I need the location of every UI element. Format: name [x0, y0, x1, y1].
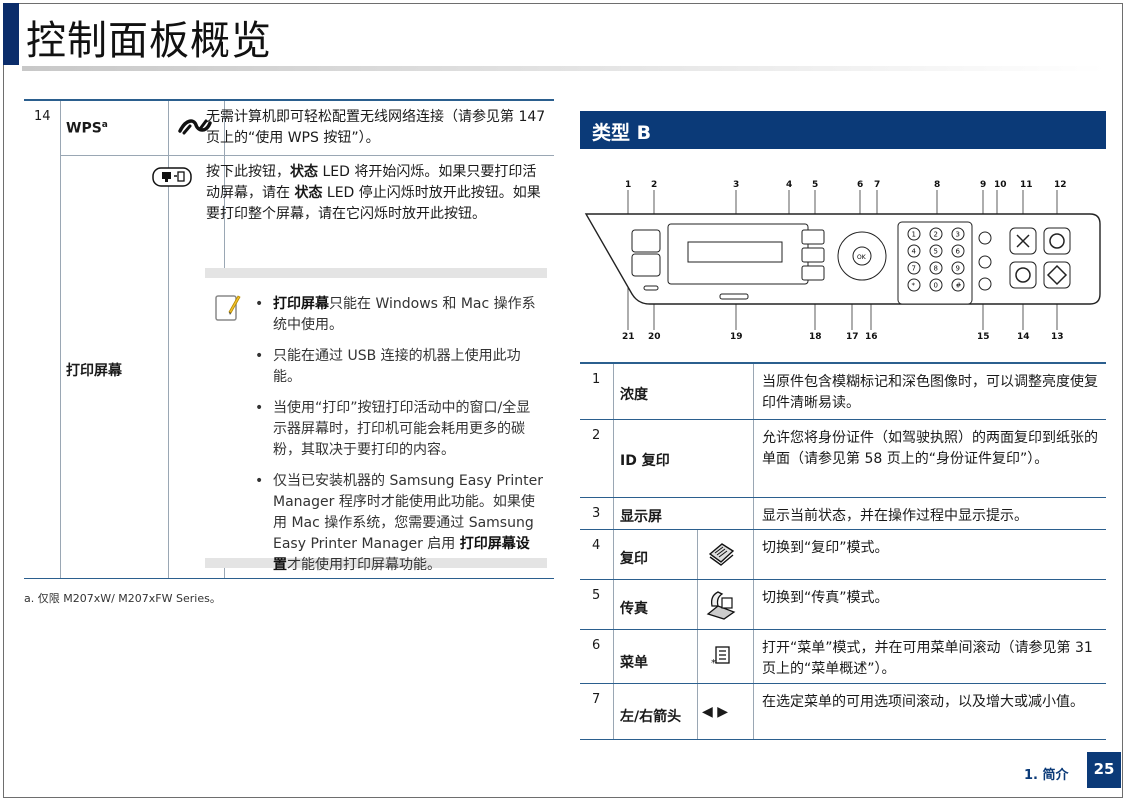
row-number: 14 — [34, 109, 51, 124]
callout-14: 14 — [1017, 332, 1030, 342]
table-row: 7 左/右箭头 ◀ ▶ 在选定菜单的可用选项间滚动，以及增大或减小值。 — [580, 684, 1106, 740]
table-row: 5 传真 切换到“传真”模式。 — [580, 580, 1106, 630]
callout-8: 8 — [934, 180, 941, 190]
callout-5: 5 — [812, 180, 819, 190]
note-item: • 打印屏幕只能在 Windows 和 Mac 操作系统中使用。 — [255, 296, 536, 333]
title-rule — [22, 66, 1106, 71]
svg-text:7: 7 — [912, 265, 916, 273]
svg-text:6: 6 — [956, 248, 961, 256]
callout-2: 2 — [651, 180, 658, 190]
callout-9: 9 — [980, 180, 987, 190]
footer-section-label: 1. 简介 — [1024, 768, 1069, 783]
svg-text:2: 2 — [934, 231, 938, 239]
section-heading: 类型 B — [580, 111, 1106, 149]
wps-label: WPSa — [66, 120, 108, 137]
svg-text:0: 0 — [934, 282, 938, 290]
callout-1: 1 — [625, 180, 632, 190]
table-row: 1 浓度 当原件包含模糊标记和深色图像时，可以调整亮度使复印件清晰易读。 — [580, 364, 1106, 420]
left-right-arrows-icon: ◀ ▶ — [702, 704, 728, 720]
svg-text:4: 4 — [912, 248, 917, 256]
menu-icon: * — [711, 646, 730, 668]
callout-7: 7 — [874, 180, 881, 190]
callout-20: 20 — [648, 332, 661, 342]
svg-text:*: * — [912, 282, 916, 290]
page-title: 控制面板概览 — [26, 18, 272, 64]
svg-text:OK: OK — [857, 254, 867, 261]
callout-11: 11 — [1020, 180, 1033, 190]
print-screen-label: 打印屏幕 — [66, 363, 122, 379]
table-row: 6 菜单 * 打开“菜单”模式，并在可用菜单间滚动（请参见第 31 页上的“菜单… — [580, 630, 1106, 684]
left-table-bottom-rule — [24, 578, 554, 579]
print-screen-icon — [152, 167, 192, 187]
page-number: 25 — [1087, 752, 1121, 788]
note-list: • 打印屏幕只能在 Windows 和 Mac 操作系统中使用。 • 只能在通过 U… — [253, 294, 543, 586]
note-item: • 仅当已安装机器的 Samsung Easy Printer Manager 程… — [255, 473, 543, 573]
callout-6: 6 — [857, 180, 864, 190]
wps-description: 无需计算机即可轻松配置无线网络连接（请参见第 147 页上的“使用 WPS 按钮… — [206, 109, 546, 146]
callout-19: 19 — [730, 332, 743, 342]
callout-17: 17 — [846, 332, 859, 342]
svg-text:1: 1 — [912, 231, 916, 239]
callout-13: 13 — [1051, 332, 1064, 342]
callout-10: 10 — [994, 180, 1007, 190]
title-accent-bar — [3, 3, 19, 65]
copy-icon — [708, 543, 735, 566]
right-table: 1 浓度 当原件包含模糊标记和深色图像时，可以调整亮度使复印件清晰易读。 2 I… — [580, 362, 1106, 740]
note-box: • 打印屏幕只能在 Windows 和 Mac 操作系统中使用。 • 只能在通过 U… — [205, 268, 547, 573]
table-row: 4 复印 切换到“复印”模式。 — [580, 530, 1106, 580]
callout-4: 4 — [786, 180, 793, 190]
svg-text:5: 5 — [934, 248, 938, 256]
note-item: • 当使用“打印”按钮打印活动中的窗口/全显示器屏幕时，打印机可能会耗用更多的碳粉… — [255, 400, 531, 458]
print-screen-description: 按下此按钮，状态 LED 将开始闪烁。如果只要打印活动屏幕，请在 状态 LED … — [206, 164, 541, 222]
callout-21: 21 — [622, 332, 635, 342]
callout-15: 15 — [977, 332, 990, 342]
callout-16: 16 — [865, 332, 878, 342]
control-panel-diagram: 1 2 3 4 5 6 7 8 9 10 11 12 OK 1 2 3 4 5 … — [580, 172, 1106, 352]
callout-12: 12 — [1054, 180, 1067, 190]
svg-text:8: 8 — [934, 265, 938, 273]
table-row: 2 ID 复印 允许您将身份证件（如驾驶执照）的两面复印到纸张的单面（请参见第 … — [580, 420, 1106, 498]
svg-text:3: 3 — [956, 231, 960, 239]
note-pencil-icon — [215, 295, 241, 321]
svg-text:#: # — [956, 282, 962, 290]
table-row: 3 显示屏 显示当前状态，并在操作过程中显示提示。 — [580, 498, 1106, 530]
fax-icon — [706, 591, 736, 620]
svg-text:*: * — [711, 658, 716, 668]
svg-text:9: 9 — [956, 265, 960, 273]
footnote: a. 仅限 M207xW/ M207xFW Series。 — [24, 592, 221, 605]
callout-18: 18 — [809, 332, 822, 342]
panel-drawing: OK 1 2 3 4 5 6 7 8 9 * 0 # — [584, 190, 1101, 330]
callout-3: 3 — [733, 180, 740, 190]
note-item: • 只能在通过 USB 连接的机器上使用此功能。 — [255, 348, 521, 385]
